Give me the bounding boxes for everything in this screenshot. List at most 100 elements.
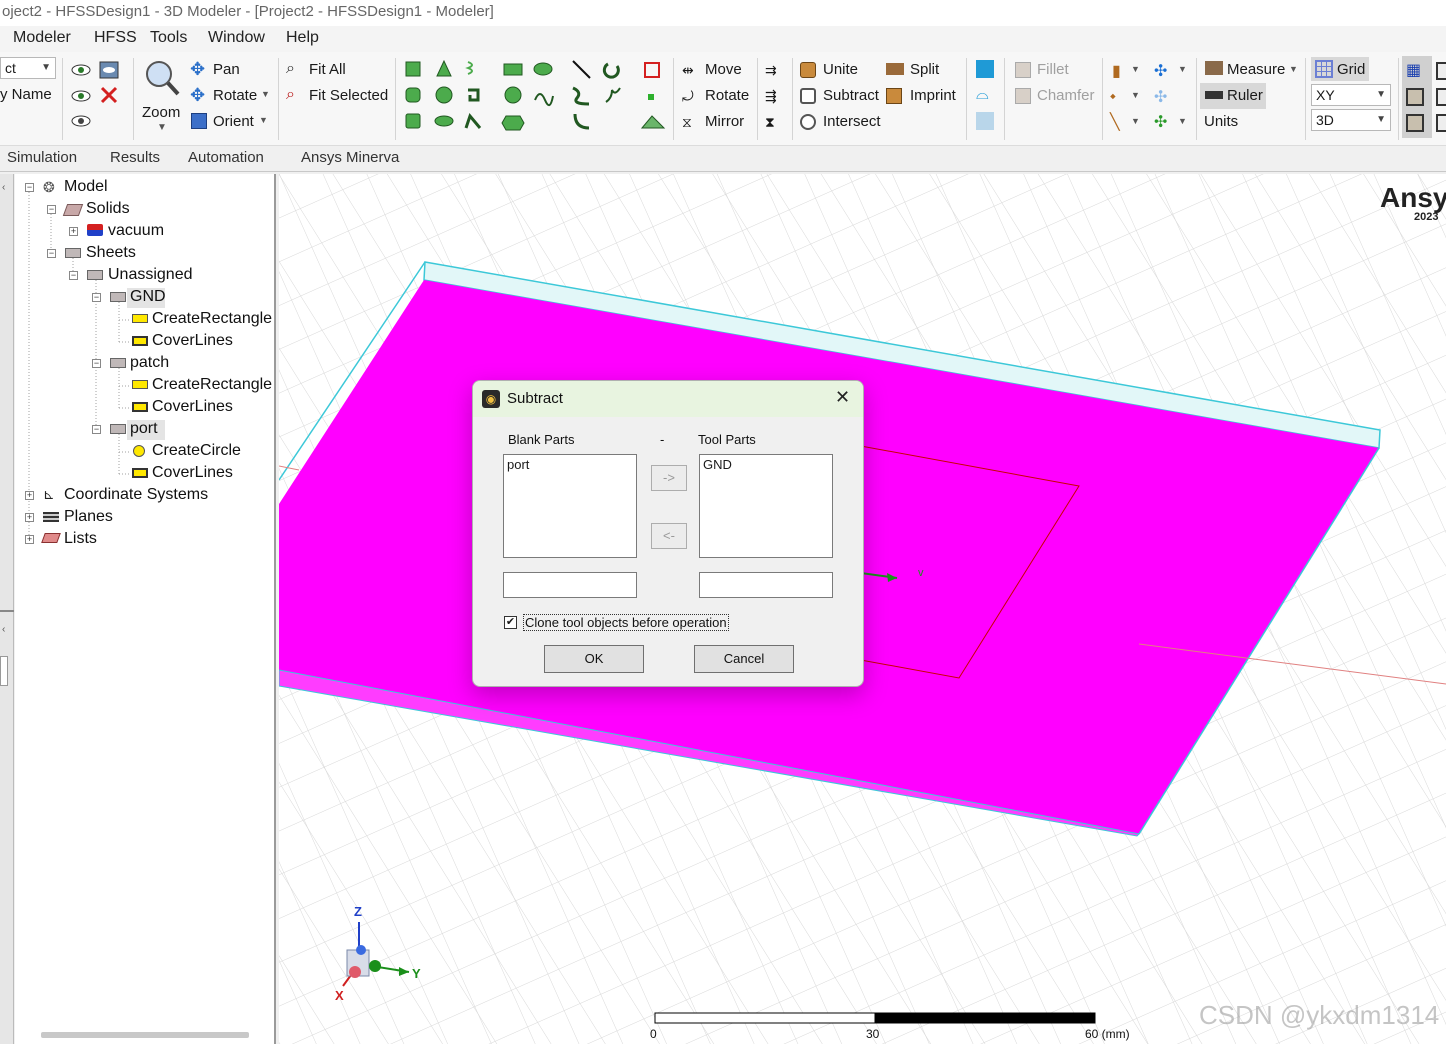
tree-item-port-coverlines[interactable]: CoverLines bbox=[152, 464, 233, 482]
subtract-button[interactable]: Subtract bbox=[823, 87, 879, 104]
chevron-down-icon[interactable]: ▼ bbox=[1131, 64, 1140, 74]
tree-item-coordinate-systems[interactable]: Coordinate Systems bbox=[64, 486, 208, 504]
tree-item-gnd-createrectangle[interactable]: CreateRectangle bbox=[152, 310, 272, 328]
face-cs-icon[interactable]: ✣ bbox=[1154, 112, 1172, 131]
snap-face-icon[interactable] bbox=[1406, 88, 1424, 106]
dialog-title-bar[interactable]: ◉ Subtract ✕ bbox=[473, 381, 863, 417]
list-item[interactable]: GND bbox=[703, 457, 829, 472]
ok-button[interactable]: OK bbox=[544, 645, 644, 673]
collapse-toggle[interactable]: − bbox=[92, 425, 101, 434]
ruler-button[interactable]: Ruler bbox=[1227, 87, 1263, 104]
duplicate-mirror-icon[interactable]: ⧗ bbox=[765, 114, 783, 132]
tree-item-patch-createrectangle[interactable]: CreateRectangle bbox=[152, 376, 272, 394]
tree-item-model[interactable]: Model bbox=[64, 178, 108, 196]
chevron-down-icon[interactable]: ▼ bbox=[261, 89, 270, 99]
chevron-down-icon[interactable]: ▼ bbox=[157, 122, 167, 133]
blank-filter-input[interactable] bbox=[503, 572, 637, 598]
select-mode-combo[interactable]: ct ▼ bbox=[0, 57, 56, 79]
collapse-toggle[interactable]: − bbox=[47, 249, 56, 258]
tree-item-lists[interactable]: Lists bbox=[64, 530, 97, 548]
grid-button[interactable]: Grid bbox=[1337, 61, 1365, 78]
mirror-button[interactable]: Mirror bbox=[705, 113, 744, 130]
menu-hfss[interactable]: HFSS bbox=[94, 29, 137, 47]
zoom-button[interactable]: Zoom bbox=[142, 104, 180, 121]
collapse-toggle[interactable]: − bbox=[92, 359, 101, 368]
chevron-down-icon[interactable]: ▼ bbox=[1131, 90, 1140, 100]
collapse-toggle[interactable]: − bbox=[69, 271, 78, 280]
rotate-view-button[interactable]: Rotate bbox=[213, 87, 257, 104]
tab-automation[interactable]: Automation bbox=[188, 149, 264, 166]
blank-parts-list[interactable]: port bbox=[503, 454, 637, 558]
fit-all-button[interactable]: Fit All bbox=[309, 61, 346, 78]
unite-button[interactable]: Unite bbox=[823, 61, 858, 78]
fillet-button[interactable]: Fillet bbox=[1037, 61, 1069, 78]
tree-item-patch[interactable]: patch bbox=[130, 354, 169, 372]
tab-ansys-minerva[interactable]: Ansys Minerva bbox=[301, 149, 399, 166]
move-button[interactable]: Move bbox=[705, 61, 742, 78]
move-to-blank-button[interactable]: <- bbox=[651, 523, 687, 549]
intersect-button[interactable]: Intersect bbox=[823, 113, 881, 130]
chevron-down-icon[interactable]: ▼ bbox=[259, 115, 268, 125]
view-cube-icon[interactable] bbox=[1436, 114, 1446, 132]
collapse-toggle[interactable]: − bbox=[92, 293, 101, 302]
units-button[interactable]: Units bbox=[1204, 113, 1238, 130]
menu-tools[interactable]: Tools bbox=[150, 29, 187, 47]
surface-icon[interactable]: ⬩ bbox=[1110, 88, 1128, 106]
sweep-icon[interactable] bbox=[976, 60, 994, 78]
duplicate-around-axis-icon[interactable]: ⇶ bbox=[765, 88, 783, 106]
edge-icon[interactable]: ╲ bbox=[1110, 112, 1128, 131]
tool-parts-list[interactable]: GND bbox=[699, 454, 833, 558]
model-tree[interactable]: − ❂ Model − Solids + vacuum − Sheets − U… bbox=[15, 174, 276, 1044]
mode-combo[interactable]: 3D ▼ bbox=[1311, 109, 1391, 131]
chevron-down-icon[interactable]: ▼ bbox=[1289, 64, 1298, 74]
tool-filter-input[interactable] bbox=[699, 572, 833, 598]
fit-selected-button[interactable]: Fit Selected bbox=[309, 87, 388, 104]
collapse-arrow-icon[interactable]: ‹ bbox=[2, 624, 5, 635]
split-button[interactable]: Split bbox=[910, 61, 939, 78]
wrap-icon[interactable] bbox=[976, 112, 994, 130]
rotate-button[interactable]: Rotate bbox=[705, 87, 749, 104]
menu-help[interactable]: Help bbox=[286, 29, 319, 47]
close-icon[interactable]: ✕ bbox=[835, 387, 850, 408]
menu-window[interactable]: Window bbox=[208, 29, 265, 47]
tab-simulation[interactable]: Simulation bbox=[7, 149, 77, 166]
collapse-arrow-icon[interactable]: ‹ bbox=[2, 182, 5, 193]
plane-combo[interactable]: XY ▼ bbox=[1311, 84, 1391, 106]
relative-cs-icon[interactable]: ✣ bbox=[1154, 87, 1172, 106]
snap-grid-icon[interactable]: ▦ bbox=[1406, 60, 1424, 79]
move-to-tool-button[interactable]: -> bbox=[651, 465, 687, 491]
chevron-down-icon[interactable]: ▼ bbox=[1178, 116, 1187, 126]
by-name-button[interactable]: y Name bbox=[0, 86, 52, 103]
tree-item-port-createcircle[interactable]: CreateCircle bbox=[152, 442, 241, 460]
imprint-button[interactable]: Imprint bbox=[910, 87, 956, 104]
view-cube-icon[interactable] bbox=[1436, 62, 1446, 80]
expand-toggle[interactable]: + bbox=[25, 513, 34, 522]
tree-item-solids[interactable]: Solids bbox=[86, 200, 130, 218]
tab-results[interactable]: Results bbox=[110, 149, 160, 166]
chamfer-button[interactable]: Chamfer bbox=[1037, 87, 1095, 104]
zoom-icon[interactable] bbox=[143, 58, 181, 98]
snap-edge-icon[interactable] bbox=[1406, 114, 1424, 132]
duplicate-along-line-icon[interactable]: ⇉ bbox=[765, 62, 783, 80]
measure-button[interactable]: Measure bbox=[1227, 61, 1285, 78]
thicken-icon[interactable]: ⌓ bbox=[976, 86, 994, 104]
clone-checkbox[interactable]: ✔ bbox=[504, 616, 517, 629]
chevron-down-icon[interactable]: ▼ bbox=[1178, 64, 1187, 74]
tree-item-port[interactable]: port bbox=[130, 420, 158, 438]
chevron-down-icon[interactable]: ▼ bbox=[1131, 116, 1140, 126]
sheet-icon[interactable]: ▮ bbox=[1112, 61, 1130, 80]
expand-toggle[interactable]: + bbox=[25, 535, 34, 544]
list-item[interactable]: port bbox=[507, 457, 633, 472]
pan-button[interactable]: Pan bbox=[213, 61, 240, 78]
tree-item-gnd[interactable]: GND bbox=[130, 288, 166, 306]
expand-toggle[interactable]: + bbox=[69, 227, 78, 236]
draw-primitives[interactable] bbox=[402, 56, 670, 138]
tree-item-patch-coverlines[interactable]: CoverLines bbox=[152, 398, 233, 416]
expand-toggle[interactable]: + bbox=[25, 491, 34, 500]
collapse-toggle[interactable]: − bbox=[25, 183, 34, 192]
collapse-toggle[interactable]: − bbox=[47, 205, 56, 214]
menu-modeler[interactable]: Modeler bbox=[13, 29, 71, 47]
tree-item-vacuum[interactable]: vacuum bbox=[108, 222, 164, 240]
tree-horizontal-scrollbar[interactable] bbox=[41, 1032, 249, 1038]
tree-item-unassigned[interactable]: Unassigned bbox=[108, 266, 193, 284]
